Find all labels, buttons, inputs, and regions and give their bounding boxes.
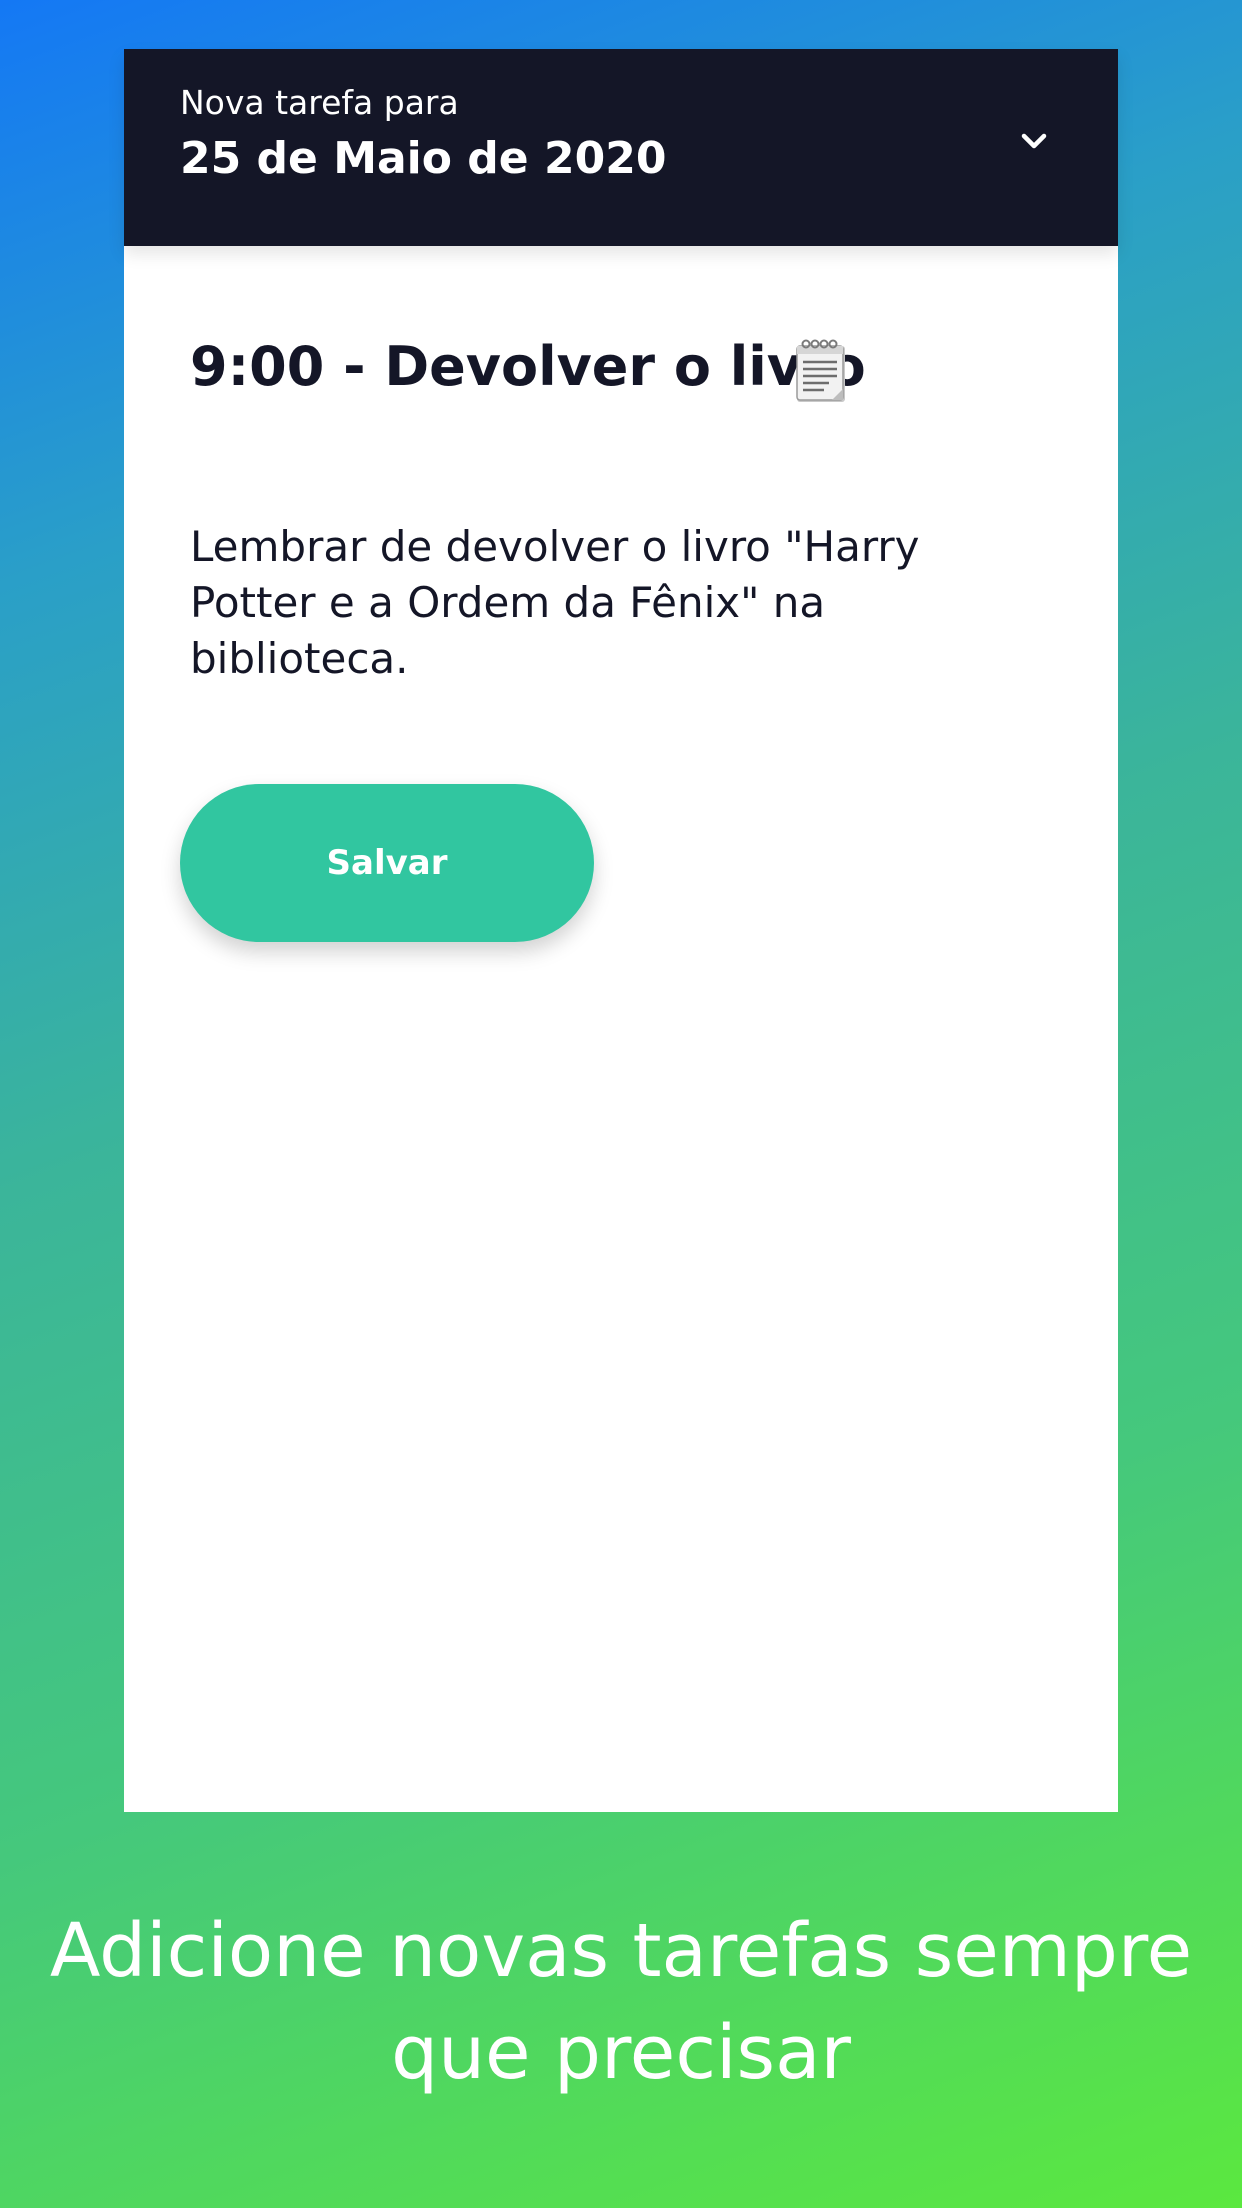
save-button[interactable]: Salvar (180, 784, 594, 942)
promo-caption: Adicione novas tarefas sempre que precis… (49, 1908, 1193, 2096)
task-description[interactable]: Lembrar de devolver o livro "Harry Potte… (190, 519, 990, 687)
chevron-down-icon[interactable] (1012, 119, 1056, 163)
header-subtitle: Nova tarefa para (180, 83, 459, 122)
header-date[interactable]: 25 de Maio de 2020 (180, 131, 666, 187)
task-title[interactable]: 9:00 - Devolver o livro (190, 331, 866, 403)
app-header: Nova tarefa para 25 de Maio de 2020 (124, 49, 1118, 246)
app-screen: Nova tarefa para 25 de Maio de 2020 9:00… (124, 49, 1118, 1812)
notepad-icon (796, 339, 845, 402)
